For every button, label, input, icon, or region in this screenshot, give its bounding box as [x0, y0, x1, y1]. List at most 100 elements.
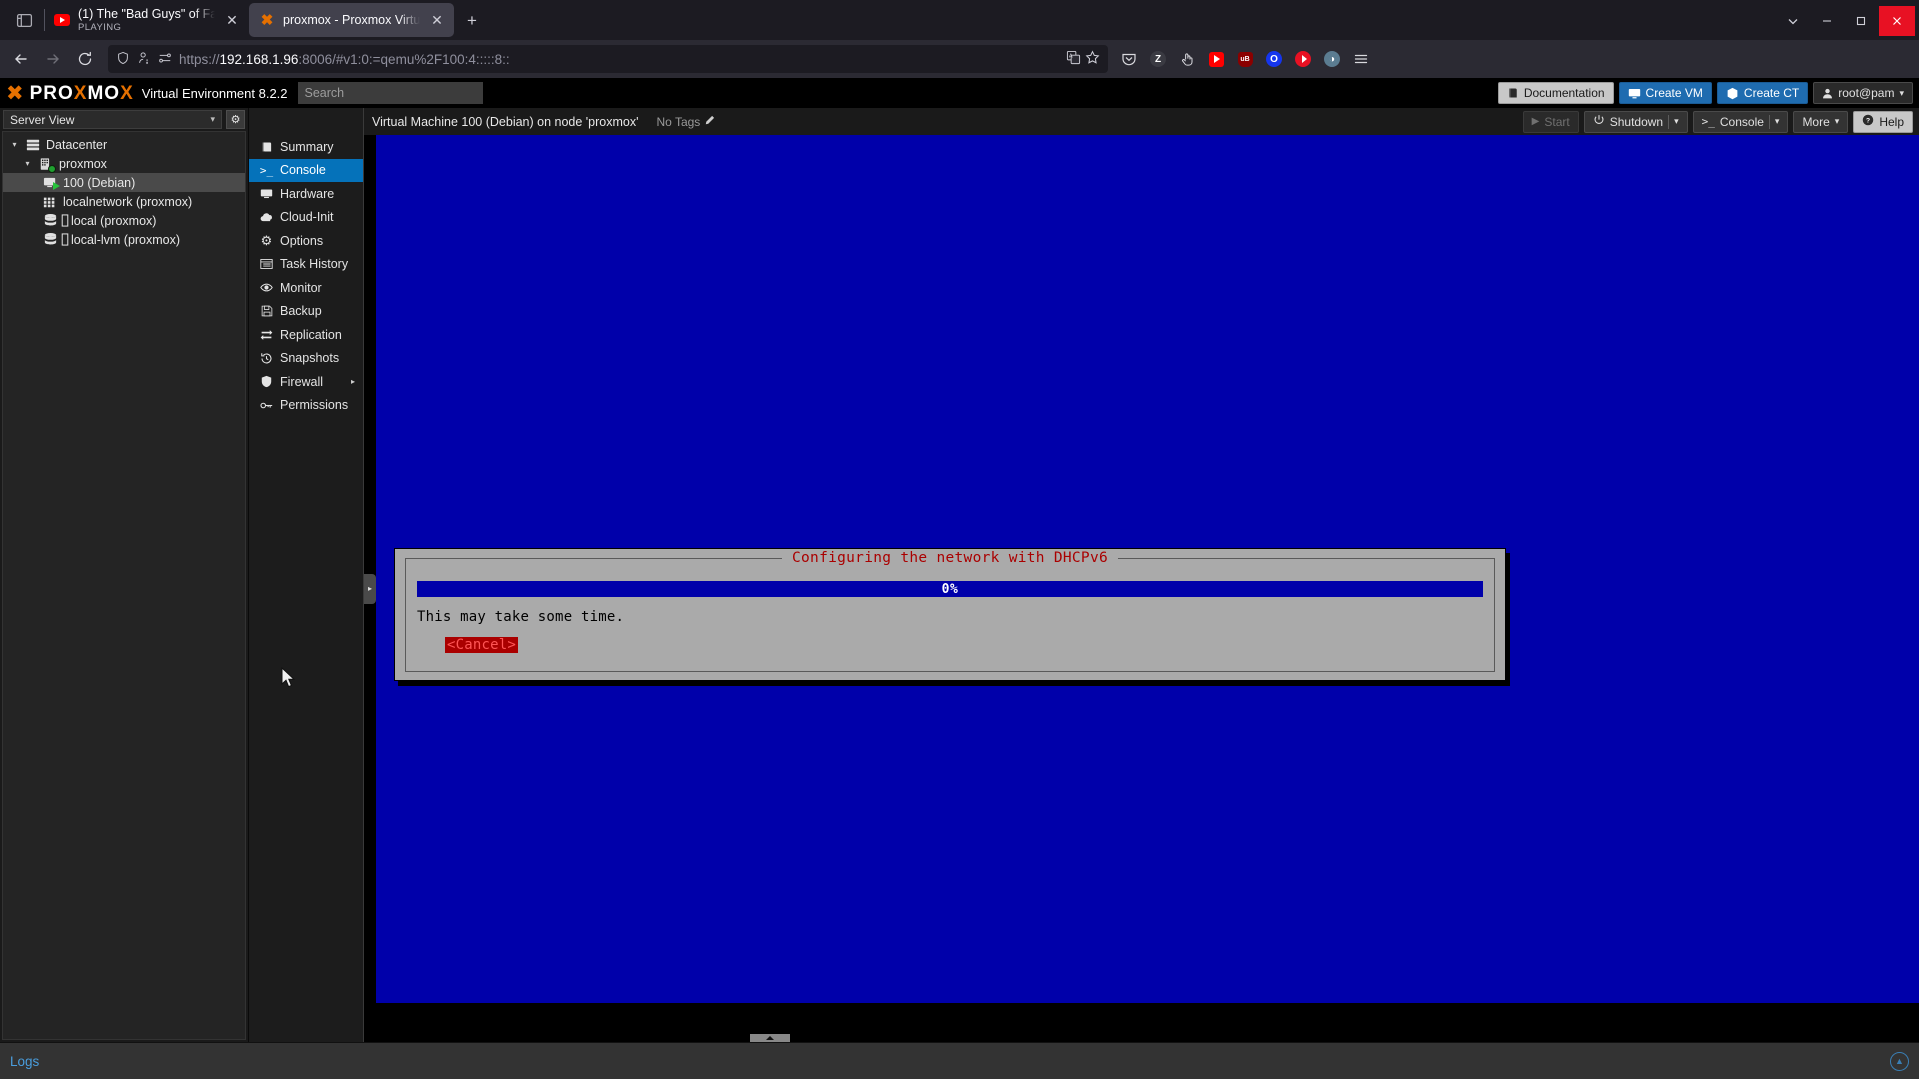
disk-icon: [60, 232, 69, 248]
play-icon: ▶: [1531, 116, 1540, 127]
tree-item-local[interactable]: local (proxmox): [3, 211, 245, 230]
chevron-right-icon: ▸: [350, 377, 355, 387]
cancel-button[interactable]: <Cancel>: [445, 637, 519, 653]
etp-settings-icon[interactable]: [158, 51, 172, 68]
menu-item-options[interactable]: ⚙ Options: [249, 229, 363, 253]
new-tab-button[interactable]: +: [457, 6, 487, 36]
page-title: Virtual Machine 100 (Debian) on node 'pr…: [372, 114, 639, 129]
vnc-screen[interactable]: Configuring the network with DHCPv6 0% T…: [376, 135, 1919, 1042]
pve-header-actions: Documentation Create VM Create CT root@p…: [1497, 82, 1913, 104]
tab-list-icon[interactable]: [4, 0, 44, 40]
chevron-down-icon[interactable]: ▾: [9, 140, 20, 149]
menu-item-label: Summary: [280, 139, 334, 154]
key-icon: [260, 399, 273, 412]
debconf-dialog[interactable]: Configuring the network with DHCPv6 0% T…: [394, 548, 1506, 681]
shutdown-button[interactable]: Shutdown ▾: [1583, 110, 1688, 133]
dark-reader-icon[interactable]: ◑: [1319, 46, 1345, 72]
browser-tab-youtube[interactable]: (1) The "Bad Guys" of Fallou PLAYING ✕: [44, 3, 249, 37]
view-selector[interactable]: Server View ▾: [3, 110, 222, 129]
menu-item-hardware[interactable]: Hardware: [249, 182, 363, 206]
search-input[interactable]: Search: [297, 82, 483, 104]
tree-item-datacenter[interactable]: ▾ Datacenter: [3, 135, 245, 154]
datacenter-icon: [25, 137, 41, 153]
content-header: Virtual Machine 100 (Debian) on node 'pr…: [364, 108, 1919, 135]
menu-item-task-history[interactable]: Task History: [249, 253, 363, 277]
minimize-icon[interactable]: [1811, 6, 1843, 36]
console-toolbar-handle[interactable]: [750, 1034, 790, 1042]
chevron-down-icon[interactable]: [1777, 6, 1809, 36]
ublock-origin-icon[interactable]: uB: [1232, 46, 1258, 72]
pve-body: Server View ▾ ⚙ ▾ Datacenter ▾ proxmox 1…: [0, 108, 1919, 1042]
app-menu-icon[interactable]: [1348, 46, 1374, 72]
hand-icon[interactable]: [1174, 46, 1200, 72]
window-close-icon[interactable]: [1879, 6, 1915, 36]
zotero-icon[interactable]: Z: [1145, 46, 1171, 72]
tab-playing-status: PLAYING: [78, 21, 122, 33]
pocket-icon[interactable]: [1116, 46, 1142, 72]
tree-item-label: 100 (Debian): [63, 175, 136, 190]
close-icon[interactable]: ✕: [223, 11, 241, 29]
menu-item-backup[interactable]: Backup: [249, 300, 363, 324]
logs-label[interactable]: Logs: [10, 1054, 39, 1069]
help-button[interactable]: ? Help: [1853, 110, 1913, 133]
menu-item-permissions[interactable]: Permissions: [249, 394, 363, 418]
chevron-down-icon[interactable]: ▾: [22, 159, 33, 168]
chevron-down-icon[interactable]: ▾: [1674, 116, 1679, 127]
start-label: Start: [1544, 114, 1570, 129]
logs-bar[interactable]: Logs ▲: [0, 1042, 1919, 1079]
browser-tab-proxmox[interactable]: ✖ proxmox - Proxmox Virtual ✕: [249, 3, 454, 37]
create-ct-label: Create CT: [1743, 86, 1800, 100]
novnc-console[interactable]: ▸ Configuring the network with DHCPv6 0%: [364, 135, 1919, 1042]
pve-version-label: Virtual Environment 8.2.2: [141, 85, 288, 101]
menu-item-label: Firewall: [280, 374, 324, 389]
list-icon: [260, 258, 273, 270]
menu-item-console[interactable]: >_ Console: [249, 158, 363, 182]
progress-percent-label: 0%: [941, 581, 959, 597]
video-downloader-icon[interactable]: [1290, 46, 1316, 72]
tags-field[interactable]: No Tags: [657, 115, 716, 129]
pencil-icon[interactable]: [704, 115, 715, 129]
console-button[interactable]: >_ Console ▾: [1692, 110, 1789, 133]
collapse-arrow-icon[interactable]: ▸: [364, 573, 376, 604]
tree-item-local-lvm[interactable]: local-lvm (proxmox): [3, 230, 245, 249]
menu-item-label: Monitor: [280, 280, 322, 295]
tab-title: proxmox - Proxmox Virtual: [283, 12, 420, 27]
extensions-area: Z uB O ◑: [1116, 46, 1374, 72]
start-button: ▶ Start: [1522, 110, 1579, 133]
documentation-button[interactable]: Documentation: [1497, 82, 1614, 104]
proxmox-logo[interactable]: ✖ PROXMOX: [6, 82, 134, 104]
menu-item-cloud-init[interactable]: Cloud-Init: [249, 206, 363, 230]
create-ct-button[interactable]: Create CT: [1716, 82, 1809, 104]
chevron-down-icon[interactable]: ▾: [1775, 116, 1780, 127]
terminal-icon: >_: [259, 163, 274, 177]
create-vm-button[interactable]: Create VM: [1618, 82, 1712, 104]
more-button[interactable]: More ▾: [1793, 110, 1849, 133]
menu-item-replication[interactable]: Replication: [249, 323, 363, 347]
reload-icon[interactable]: [70, 44, 100, 74]
tree-item-proxmox-node[interactable]: ▾ proxmox: [3, 154, 245, 173]
permissions-warning-icon[interactable]: [137, 51, 151, 68]
translate-icon[interactable]: A: [1066, 50, 1081, 68]
close-icon[interactable]: ✕: [428, 11, 446, 29]
tree-item-vm-100[interactable]: 100 (Debian): [3, 173, 245, 192]
gear-icon[interactable]: ⚙: [226, 110, 245, 129]
user-menu-button[interactable]: root@pam ▾: [1813, 82, 1913, 104]
tree-item-localnetwork[interactable]: localnetwork (proxmox): [3, 192, 245, 211]
menu-item-snapshots[interactable]: Snapshots: [249, 347, 363, 371]
url-bar[interactable]: https://192.168.1.96:8006/#v1:0:=qemu%2F…: [108, 45, 1108, 73]
back-arrow-icon[interactable]: [6, 44, 36, 74]
resource-tree: ▾ Datacenter ▾ proxmox 100 (Debian) loca…: [2, 131, 246, 1040]
terminal-icon: >_: [1701, 115, 1715, 128]
progress-bar: 0%: [417, 581, 1483, 597]
star-icon[interactable]: [1085, 50, 1100, 68]
menu-item-monitor[interactable]: Monitor: [249, 276, 363, 300]
maximize-icon[interactable]: [1845, 6, 1877, 36]
chevron-up-circle-icon[interactable]: ▲: [1890, 1051, 1909, 1071]
book-icon: [260, 141, 273, 153]
vm-menu-panel: Summary >_ Console Hardware Cloud-Init ⚙…: [249, 108, 364, 1042]
shield-icon[interactable]: [116, 51, 130, 68]
menu-item-firewall[interactable]: Firewall ▸: [249, 370, 363, 394]
opera-icon[interactable]: O: [1261, 46, 1287, 72]
menu-item-summary[interactable]: Summary: [249, 135, 363, 159]
youtube-downloader-icon[interactable]: [1203, 46, 1229, 72]
